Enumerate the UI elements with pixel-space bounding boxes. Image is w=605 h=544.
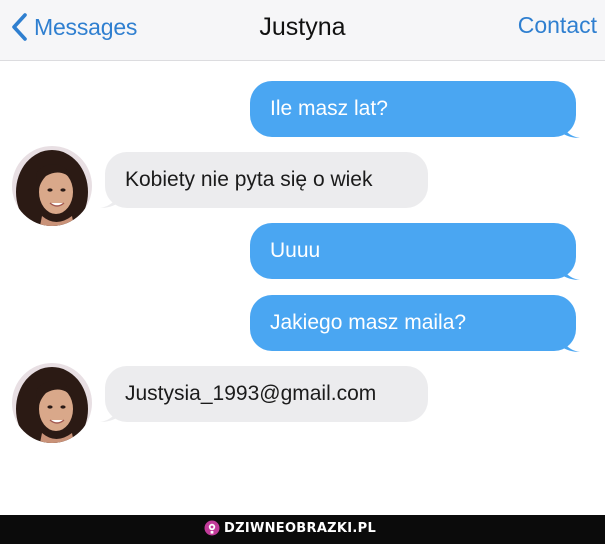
dziwneobrazki-logo-icon bbox=[204, 520, 220, 536]
chat-screen: Messages Justyna Contact Ile masz lat? K… bbox=[0, 0, 605, 544]
woman-portrait-icon bbox=[12, 146, 92, 226]
woman-portrait-icon bbox=[12, 363, 92, 443]
watermark-logo: DZIWNEOBRAZKI.PL bbox=[204, 520, 376, 536]
message-text: Jakiego masz maila? bbox=[270, 311, 467, 334]
outgoing-bubble-tail bbox=[560, 117, 580, 138]
contact-button[interactable]: Contact bbox=[518, 12, 597, 39]
message-text: Ile masz lat? bbox=[270, 97, 388, 120]
message-text: Uuuu bbox=[270, 239, 321, 262]
outgoing-message[interactable]: Ile masz lat? bbox=[250, 81, 576, 137]
conversation-title: Justyna bbox=[259, 13, 346, 41]
outgoing-message[interactable]: Jakiego masz maila? bbox=[250, 295, 576, 351]
outgoing-bubble-tail bbox=[560, 259, 580, 280]
message-thread: Ile masz lat? Kobiety nie pyta się o wie… bbox=[0, 61, 605, 515]
contact-avatar[interactable] bbox=[12, 146, 92, 226]
watermark-text: DZIWNEOBRAZKI.PL bbox=[224, 520, 377, 536]
outgoing-bubble-tail bbox=[560, 331, 580, 352]
incoming-message[interactable]: Kobiety nie pyta się o wiek bbox=[105, 152, 428, 208]
incoming-message[interactable]: Justysia_1993@gmail.com bbox=[105, 366, 428, 422]
message-text: Justysia_1993@gmail.com bbox=[125, 382, 377, 405]
navigation-bar: Messages Justyna Contact bbox=[0, 0, 605, 61]
watermark-footer: DZIWNEOBRAZKI.PL bbox=[0, 515, 605, 544]
contact-avatar[interactable] bbox=[12, 363, 92, 443]
outgoing-message[interactable]: Uuuu bbox=[250, 223, 576, 279]
message-text: Kobiety nie pyta się o wiek bbox=[125, 168, 373, 191]
